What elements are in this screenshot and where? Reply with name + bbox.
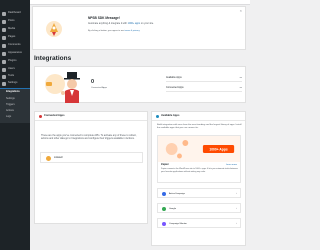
admin-sidebar: Dashboard Posts Media Pages Comments Appearan…: [0, 0, 30, 250]
sidebar-item-posts[interactable]: Posts: [0, 18, 30, 25]
sidebar-item-settings[interactable]: Settings: [0, 80, 30, 87]
user-icon: [2, 67, 6, 72]
stat-row-available: Available Apps —: [166, 75, 242, 82]
status-dot-icon: [39, 115, 42, 118]
app-logo-icon: [46, 156, 51, 161]
chevron-right-icon: ›: [236, 220, 237, 225]
sidebar-item-label: Dashboard: [8, 11, 21, 15]
available-apps-panel: Available Apps Build integration with ea…: [151, 111, 246, 246]
connected-app-name: Linkwell: [54, 156, 63, 159]
app-name: Google: [169, 208, 177, 210]
sidebar-item-pages[interactable]: Pages: [0, 34, 30, 41]
sidebar-item-label: Tools: [8, 74, 15, 78]
notice-footnote-prefix: By clicking a button, you agree to our: [88, 30, 125, 32]
notice-text-prefix: Automate anything & integrate it with: [88, 22, 128, 25]
connected-count: 0: [91, 79, 95, 85]
terms-link[interactable]: terms & privacy: [125, 30, 140, 32]
sidebar-item-dashboard[interactable]: Dashboard: [0, 10, 30, 17]
sidebar-item-appearance[interactable]: Appearance: [0, 50, 30, 57]
integrations-overview: 0 Connected Apps Available Apps — Connec…: [34, 66, 246, 103]
notice-link[interactable]: 1000+ apps: [128, 22, 141, 25]
brush-icon: [2, 51, 6, 56]
page-title: Integrations: [34, 55, 72, 62]
dashboard-icon: [2, 11, 6, 16]
submenu-item-logs[interactable]: Logs: [6, 115, 11, 118]
app-list-item[interactable]: Campaign Monitor ›: [157, 218, 241, 228]
sidebar-submenu: Integrations Settings Triggers Actions L…: [0, 89, 30, 123]
sidebar-item-label: Pages: [8, 35, 16, 39]
sidebar-item-label: Appearance: [8, 51, 22, 55]
notice-text: Automate anything & integrate it with 10…: [88, 22, 198, 25]
sidebar-item-label: Settings: [8, 81, 18, 85]
sidebar-item-label: Users: [8, 67, 15, 71]
submenu-item-integrations[interactable]: Integrations: [6, 90, 20, 93]
sidebar-item-users[interactable]: Users: [0, 66, 30, 73]
sidebar-item-comments[interactable]: Comments: [0, 42, 30, 49]
wrench-icon: [2, 74, 6, 79]
available-apps-title: Available Apps: [161, 114, 180, 117]
sidebar-item-label: Posts: [8, 19, 15, 23]
pin-icon: [2, 19, 6, 24]
stat-value: —: [239, 76, 242, 79]
available-apps-header: Available Apps: [152, 112, 245, 121]
app-logo-icon: [162, 222, 166, 226]
connected-count-label: Connected Apps: [91, 87, 108, 89]
sidebar-item-media[interactable]: Media: [0, 26, 30, 33]
connected-app-item[interactable]: Linkwell: [40, 152, 143, 163]
sidebar-item-label: Media: [8, 27, 16, 31]
chevron-right-icon: ›: [236, 205, 237, 210]
notice-footnote: By clicking a button, you agree to our t…: [88, 30, 198, 33]
app-list-item[interactable]: Google ›: [157, 203, 241, 213]
stat-value: —: [239, 86, 242, 89]
chevron-right-icon: ›: [236, 190, 237, 195]
rocket-illustration-icon: [46, 21, 62, 37]
available-apps-description: Build integration with ease from the mos…: [157, 124, 242, 130]
plugin-icon: [2, 59, 6, 64]
connected-apps-title: Connected Apps: [44, 114, 65, 117]
stat-label: Available Apps: [166, 76, 182, 79]
settings-icon: [2, 81, 6, 86]
submenu-item-settings[interactable]: Settings: [6, 97, 15, 100]
connected-apps-description: These are the apps you've connected to c…: [41, 134, 137, 141]
sidebar-item-tools[interactable]: Tools: [0, 73, 30, 80]
app-name: Campaign Monitor: [169, 223, 187, 225]
featured-app-card[interactable]: 1000+ Apps Zapier Learn more Zapier conn…: [157, 135, 241, 183]
submenu-item-triggers[interactable]: Triggers: [6, 103, 15, 106]
mascot-illustration-icon: [45, 72, 80, 103]
connected-apps-header: Connected Apps: [35, 112, 147, 121]
admin-topbar: [30, 0, 250, 5]
featured-app-description: Zapier connects the WordPress site to 10…: [161, 168, 238, 173]
app-name: ActiveCampaign: [169, 193, 185, 195]
sdk-notice: NPSB SDK Message! Automate anything & in…: [32, 6, 246, 50]
stat-label: Connected Apps: [166, 86, 184, 89]
app-list-item[interactable]: ActiveCampaign ›: [157, 188, 241, 198]
featured-banner: 1000+ Apps: [158, 136, 240, 162]
sidebar-item-label: Plugins: [8, 59, 17, 63]
featured-app-title: Zapier: [161, 163, 169, 166]
sidebar-item-label: Comments: [8, 43, 21, 47]
submenu-item-actions[interactable]: Actions: [6, 109, 14, 112]
stat-row-connected: Connected Apps —: [166, 85, 242, 92]
connected-apps-panel: Connected Apps These are the apps you've…: [34, 111, 148, 224]
close-icon[interactable]: ×: [240, 9, 242, 13]
comment-icon: [2, 43, 6, 48]
app-logo-icon: [162, 207, 166, 211]
notice-title: NPSB SDK Message!: [88, 16, 120, 20]
status-dot-icon: [156, 115, 159, 118]
learn-more-link[interactable]: Learn more: [226, 164, 237, 166]
sidebar-item-plugins[interactable]: Plugins: [0, 58, 30, 65]
media-icon: [2, 27, 6, 32]
app-logo-icon: [162, 192, 166, 196]
notice-text-suffix: on your site.: [140, 22, 154, 25]
page-icon: [2, 35, 6, 40]
featured-badge: 1000+ Apps: [209, 147, 227, 151]
